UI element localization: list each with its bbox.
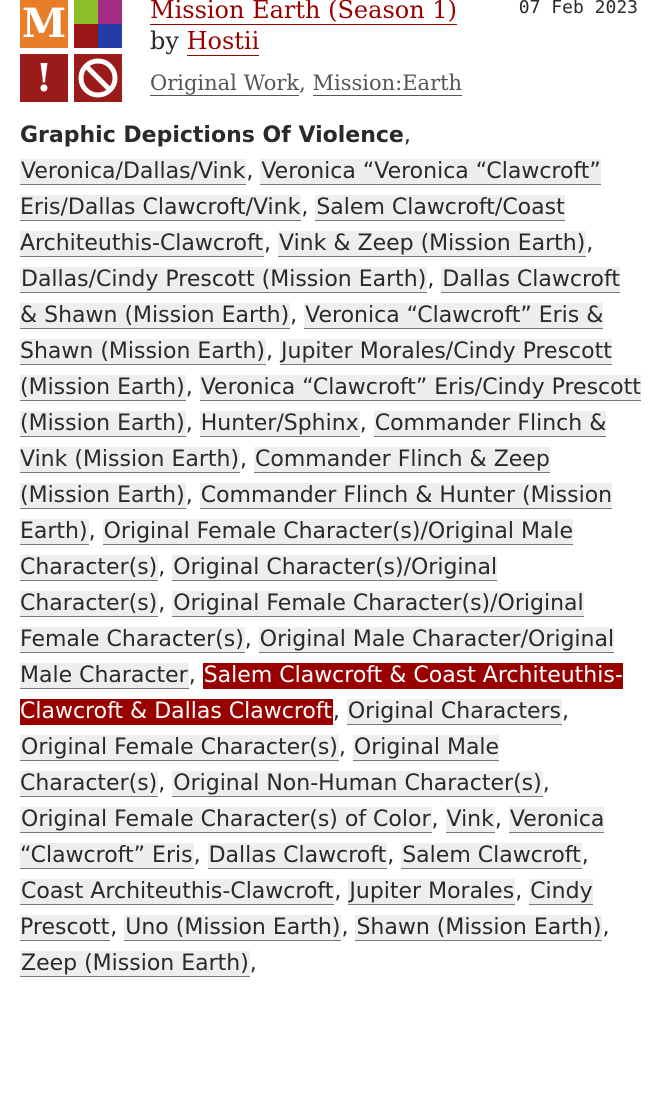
fandom-link[interactable]: Original Work	[150, 71, 300, 96]
tag-separator: ,	[266, 339, 274, 364]
tag-separator: ,	[185, 483, 193, 508]
tag-link[interactable]: Original Characters	[346, 699, 562, 725]
tag-separator: ,	[359, 411, 367, 436]
tag-link[interactable]: Veronica/Dallas/Vink	[20, 159, 247, 185]
tag-separator: ,	[240, 447, 248, 472]
publish-date: 07 Feb 2023	[518, 0, 638, 18]
tag-link[interactable]: Original Female Character(s) of Color	[20, 807, 432, 833]
fandom-link[interactable]: Mission:Earth	[312, 71, 463, 96]
tag-separator: ,	[301, 195, 309, 220]
tag-separator: ,	[188, 663, 196, 688]
tag-link[interactable]: Vink	[445, 807, 495, 833]
tag-link[interactable]: Dallas Clawcroft	[207, 843, 388, 869]
tag-separator: ,	[341, 915, 349, 940]
tag-separator: ,	[542, 771, 550, 796]
tag-separator: ,	[290, 303, 298, 328]
tag-separator: ,	[427, 267, 435, 292]
tag-link[interactable]: Dallas/Cindy Prescott (Mission Earth)	[20, 267, 428, 293]
tag-link[interactable]: Shawn (Mission Earth)	[355, 915, 603, 941]
tag-link[interactable]: Vink & Zeep (Mission Earth)	[278, 231, 587, 257]
tag-separator: ,	[332, 699, 340, 724]
tag-separator: ,	[586, 231, 594, 256]
tag-separator: ,	[185, 375, 193, 400]
tag-link[interactable]: Coast Architeuthis-Clawcroft	[20, 879, 335, 905]
rating-mature-icon[interactable]: M	[20, 0, 68, 48]
tag-separator: ,	[338, 735, 346, 760]
tag-separator: ,	[185, 411, 193, 436]
tag-separator: ,	[193, 843, 201, 868]
tag-link[interactable]: Salem Clawcroft	[401, 843, 582, 869]
work-title-line: Mission Earth (Season 1)	[150, 0, 520, 25]
author-link[interactable]: Hostii	[186, 27, 260, 56]
tag-separator: ,	[562, 699, 569, 724]
tag-list: Graphic Depictions Of Violence, Veronica…	[20, 123, 641, 977]
tag-separator: ,	[110, 915, 118, 940]
by-label: by	[150, 27, 179, 55]
tag-link[interactable]: Jupiter Morales	[348, 879, 516, 905]
warning-tag[interactable]: Graphic Depictions Of Violence	[20, 123, 404, 148]
tag-separator: ,	[515, 879, 523, 904]
tag-separator: ,	[494, 807, 502, 832]
tag-separator: ,	[88, 519, 96, 544]
tag-separator: ,	[581, 843, 589, 868]
tag-separator: ,	[244, 627, 252, 652]
category-multi-icon[interactable]	[74, 0, 122, 48]
tag-separator: ,	[246, 159, 254, 184]
author-line: by Hostii	[150, 27, 260, 56]
work-header: M ! Mission Earth (Season 1) by Hostii 0…	[0, 0, 660, 110]
tag-separator: ,	[158, 555, 166, 580]
tag-separator: ,	[249, 951, 257, 976]
tag-link[interactable]: Original Non-Human Character(s)	[172, 771, 543, 797]
warning-icon[interactable]: !	[20, 54, 68, 102]
tag-separator: ,	[431, 807, 439, 832]
tag-separator: ,	[158, 591, 166, 616]
tag-separator: ,	[264, 231, 271, 256]
fandom-list: Original Work, Mission:Earth	[150, 71, 463, 96]
tag-link[interactable]: Zeep (Mission Earth)	[20, 951, 250, 977]
tag-separator: ,	[158, 771, 166, 796]
tag-separator: ,	[602, 915, 610, 940]
tag-separator: ,	[387, 843, 395, 868]
tag-separator: ,	[334, 879, 342, 904]
tag-link[interactable]: Hunter/Sphinx	[199, 411, 360, 437]
complete-status-icon[interactable]	[74, 54, 122, 102]
required-tags: M !	[20, 0, 126, 102]
work-title-link[interactable]: Mission Earth (Season 1)	[150, 0, 457, 25]
tag-link[interactable]: Original Female Character(s)	[20, 735, 339, 761]
tag-link[interactable]: Uno (Mission Earth)	[124, 915, 342, 941]
